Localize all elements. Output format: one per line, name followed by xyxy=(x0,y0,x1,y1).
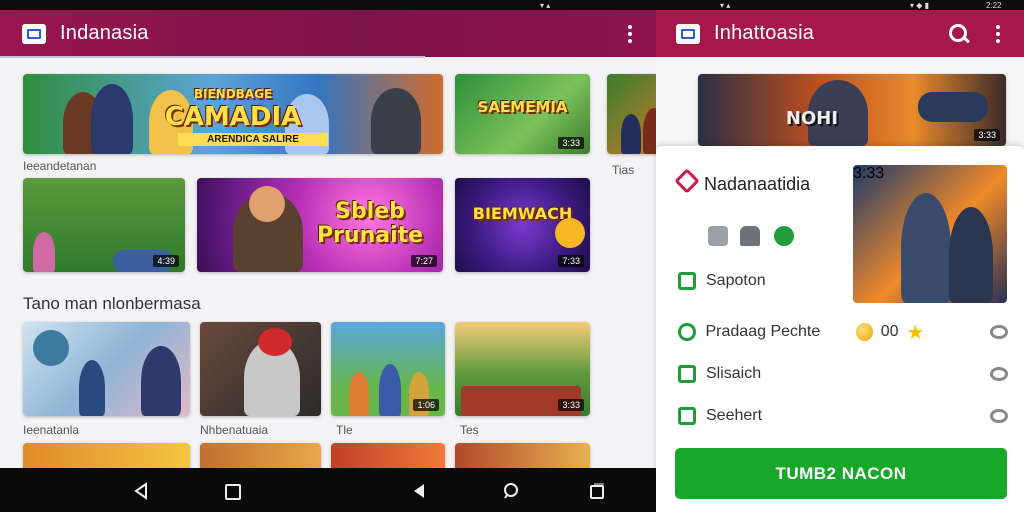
game-tile[interactable] xyxy=(455,443,590,468)
tile-title: NOHI xyxy=(785,108,839,129)
row-label: Sapoton xyxy=(706,272,766,289)
recents-icon[interactable] xyxy=(588,483,606,501)
app-logo-icon[interactable] xyxy=(22,23,46,44)
tile-character xyxy=(33,232,55,272)
coin-icon xyxy=(855,323,873,341)
system-nav-bar xyxy=(0,468,656,512)
game-tile[interactable]: 4:39 xyxy=(23,178,185,272)
star-icon: ★ xyxy=(906,321,925,344)
coin-count: 00 xyxy=(880,323,899,340)
sheet-title: Nadanaatidia xyxy=(704,174,811,194)
row-label: Slisaich xyxy=(706,365,762,382)
search-icon[interactable] xyxy=(948,23,970,45)
device-icon[interactable] xyxy=(708,226,728,246)
detail-row[interactable]: Sapoton xyxy=(678,268,1008,294)
game-tile[interactable] xyxy=(200,322,321,416)
hero-kicker: BIENDBAGE xyxy=(193,87,273,101)
status-icons-middle: ▾ ▴ xyxy=(720,0,731,10)
game-tile[interactable]: SAEMEMIA 3:33 xyxy=(455,74,590,154)
game-tile-partial[interactable] xyxy=(607,74,656,154)
duration-badge: 7:33 xyxy=(558,255,584,267)
app-logo-icon[interactable] xyxy=(676,23,700,44)
tile-character xyxy=(621,114,641,154)
game-tile[interactable]: Sbleb Prunaite 7:27 xyxy=(197,178,443,272)
game-grid: BIENDBAGE CAMADIA ARENDICA SALIRE SAEMEM… xyxy=(0,58,656,468)
tile-character xyxy=(79,360,105,416)
tile-character xyxy=(643,108,656,154)
duration-badge: 7:27 xyxy=(411,255,437,267)
check-icon xyxy=(678,323,696,341)
tile-character-head xyxy=(258,328,292,356)
status-icons-left: ▾ ▴ xyxy=(540,0,551,10)
tile-title: Sbleb Prunaite xyxy=(316,199,424,249)
section-title: Tano man nlonbermasa xyxy=(23,294,201,313)
row-label: Pradaag Pechte xyxy=(705,323,821,340)
app-bar-right: Inhattoasia xyxy=(656,10,1024,57)
duration-badge: 4:39 xyxy=(153,255,179,267)
calendar-icon xyxy=(678,365,696,383)
game-tile[interactable]: 1:06 xyxy=(331,322,445,416)
game-tile[interactable] xyxy=(200,443,321,468)
eye-icon[interactable] xyxy=(990,409,1008,423)
app-title-right: Inhattoasia xyxy=(714,22,815,44)
box-icon xyxy=(678,407,696,425)
duration-badge: 3:33 xyxy=(558,399,584,411)
row-caption: Tes xyxy=(460,423,479,437)
overflow-menu-icon[interactable] xyxy=(628,24,632,43)
tile-prop xyxy=(33,330,69,366)
game-tile[interactable]: 3:33 xyxy=(455,322,590,416)
tag-icon[interactable] xyxy=(990,325,1008,339)
game-tile[interactable] xyxy=(23,322,190,416)
tile-character xyxy=(349,372,369,416)
list-icon xyxy=(678,272,696,290)
tile-vehicle xyxy=(918,92,988,122)
game-icon xyxy=(674,168,700,194)
primary-action-button[interactable]: TUMB2 NACON xyxy=(675,448,1007,499)
overflow-menu-icon[interactable] xyxy=(996,24,1000,43)
tile-character xyxy=(379,364,401,416)
app-title: Indanasia xyxy=(60,22,149,44)
hero-subtitle: ARENDICA SALIRE xyxy=(178,133,328,146)
app-bar-left: Indanasia xyxy=(0,10,656,57)
duration-badge: 3:33 xyxy=(558,137,584,149)
status-bar: ▾ ▴ ▾ ▴ ▾ ◆ ▮ 2:22 xyxy=(0,0,1024,10)
status-time: 2:22 xyxy=(986,0,1002,10)
row-caption: Nhbenatuaia xyxy=(200,423,269,437)
status-icons-right: ▾ ◆ ▮ xyxy=(910,0,930,10)
tile-character xyxy=(141,346,181,416)
eye-icon[interactable] xyxy=(990,367,1008,381)
controller-icon[interactable] xyxy=(740,226,760,246)
hero-title: CAMADIA xyxy=(164,102,302,132)
home-icon[interactable] xyxy=(224,483,242,501)
shield-icon[interactable] xyxy=(774,226,794,246)
detail-row[interactable]: Slisaich xyxy=(678,361,1008,387)
search-circle-icon[interactable] xyxy=(502,482,520,500)
tile-prop xyxy=(555,218,585,248)
game-tile[interactable] xyxy=(23,443,190,468)
duration-badge: 3:33 xyxy=(974,129,1000,141)
back-icon[interactable] xyxy=(132,482,150,500)
back-filled-icon[interactable] xyxy=(410,482,428,500)
detail-row[interactable]: Seehert xyxy=(678,403,1008,429)
duration-badge: 1:06 xyxy=(413,399,439,411)
game-tile[interactable] xyxy=(331,443,445,468)
row-caption: Tias xyxy=(612,163,635,177)
game-tile-featured[interactable]: NOHI 3:33 xyxy=(698,74,1006,146)
row-caption: Ieenatanla xyxy=(23,423,80,437)
row-caption: Ieeandetanan xyxy=(23,159,97,173)
detail-row[interactable]: Pradaag Pechte 00 ★ xyxy=(678,319,1008,345)
duration-badge: 3:33 xyxy=(853,165,885,182)
game-tile-hero[interactable]: BIENDBAGE CAMADIA ARENDICA SALIRE xyxy=(23,74,443,154)
tile-title: SAEMEMIA xyxy=(477,98,568,116)
row-caption: Tle xyxy=(336,423,353,437)
row-label: Seehert xyxy=(706,407,763,424)
tile-character-head xyxy=(249,186,285,222)
game-tile[interactable]: BIEMWACH 7:33 xyxy=(455,178,590,272)
